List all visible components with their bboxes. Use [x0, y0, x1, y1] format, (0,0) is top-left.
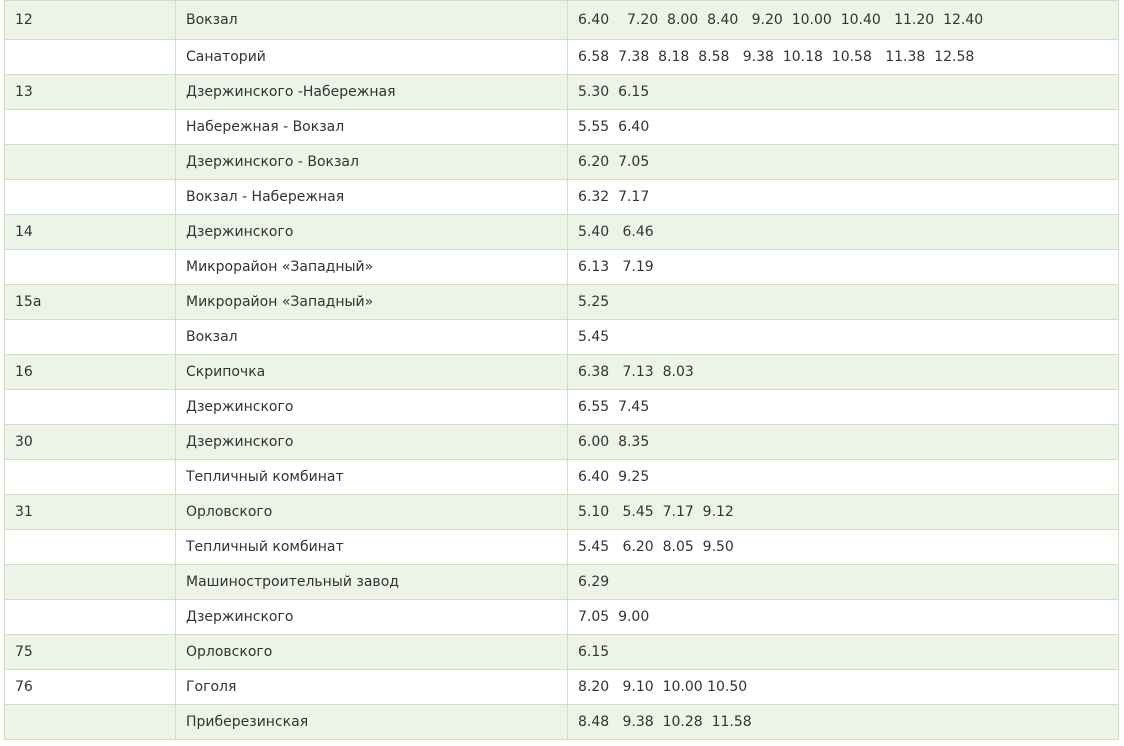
route-number-cell — [4, 179, 176, 215]
table-row: 15а Микрорайон «Западный» 5.25 — [4, 284, 1119, 320]
stop-name-cell: Микрорайон «Западный» — [175, 249, 568, 285]
route-number-cell — [4, 39, 176, 75]
stop-name-cell: Дзержинского -Набережная — [175, 74, 568, 110]
route-number-cell: 76 — [4, 669, 176, 705]
route-number-cell — [4, 529, 176, 565]
table-row: Дзержинского 7.05 9.00 — [4, 599, 1119, 635]
departure-times-cell: 5.45 — [567, 319, 1119, 355]
route-number-cell: 15а — [4, 284, 176, 320]
departure-times-cell: 6.58 7.38 8.18 8.58 9.38 10.18 10.58 11.… — [567, 39, 1119, 75]
route-number-cell — [4, 109, 176, 145]
schedule-table-wrapper: 12 Вокзал 6.40 7.20 8.00 8.40 9.20 10.00… — [4, 0, 1119, 740]
schedule-body: 12 Вокзал 6.40 7.20 8.00 8.40 9.20 10.00… — [4, 0, 1119, 740]
route-number-cell — [4, 704, 176, 740]
stop-name-cell: Дзержинского - Вокзал — [175, 144, 568, 180]
route-number-cell: 30 — [4, 424, 176, 460]
stop-name-cell: Вокзал - Набережная — [175, 179, 568, 215]
table-row: 30 Дзержинского 6.00 8.35 — [4, 424, 1119, 460]
departure-times-cell: 5.45 6.20 8.05 9.50 — [567, 529, 1119, 565]
route-number-cell: 13 — [4, 74, 176, 110]
stop-name-cell: Набережная - Вокзал — [175, 109, 568, 145]
route-number-cell: 14 — [4, 214, 176, 250]
departure-times-cell: 6.20 7.05 — [567, 144, 1119, 180]
table-row: 14 Дзержинского 5.40 6.46 — [4, 214, 1119, 250]
table-row: Тепличный комбинат 5.45 6.20 8.05 9.50 — [4, 529, 1119, 565]
table-row: 75 Орловского 6.15 — [4, 634, 1119, 670]
bus-schedule-table: 12 Вокзал 6.40 7.20 8.00 8.40 9.20 10.00… — [4, 0, 1119, 740]
departure-times-cell: 6.15 — [567, 634, 1119, 670]
table-row: 31 Орловского 5.10 5.45 7.17 9.12 — [4, 494, 1119, 530]
table-row: 12 Вокзал 6.40 7.20 8.00 8.40 9.20 10.00… — [4, 0, 1119, 40]
departure-times-cell: 5.40 6.46 — [567, 214, 1119, 250]
table-row: 16 Скрипочка 6.38 7.13 8.03 — [4, 354, 1119, 390]
stop-name-cell: Тепличный комбинат — [175, 459, 568, 495]
stop-name-cell: Дзержинского — [175, 424, 568, 460]
departure-times-cell: 6.40 9.25 — [567, 459, 1119, 495]
departure-times-cell: 6.29 — [567, 564, 1119, 600]
route-number-cell: 31 — [4, 494, 176, 530]
route-number-cell — [4, 319, 176, 355]
departure-times-cell: 5.25 — [567, 284, 1119, 320]
stop-name-cell: Дзержинского — [175, 599, 568, 635]
departure-times-cell: 5.55 6.40 — [567, 109, 1119, 145]
table-row: Дзержинского - Вокзал 6.20 7.05 — [4, 144, 1119, 180]
table-row: Машиностроительный завод 6.29 — [4, 564, 1119, 600]
route-number-cell — [4, 249, 176, 285]
table-row: Набережная - Вокзал 5.55 6.40 — [4, 109, 1119, 145]
stop-name-cell: Тепличный комбинат — [175, 529, 568, 565]
stop-name-cell: Орловского — [175, 634, 568, 670]
route-number-cell — [4, 459, 176, 495]
table-row: Вокзал 5.45 — [4, 319, 1119, 355]
stop-name-cell: Вокзал — [175, 0, 568, 40]
route-number-cell: 16 — [4, 354, 176, 390]
departure-times-cell: 5.10 5.45 7.17 9.12 — [567, 494, 1119, 530]
stop-name-cell: Вокзал — [175, 319, 568, 355]
departure-times-cell: 6.00 8.35 — [567, 424, 1119, 460]
table-row: 13 Дзержинского -Набережная 5.30 6.15 — [4, 74, 1119, 110]
departure-times-cell: 6.40 7.20 8.00 8.40 9.20 10.00 10.40 11.… — [567, 0, 1119, 40]
departure-times-cell: 6.55 7.45 — [567, 389, 1119, 425]
departure-times-cell: 5.30 6.15 — [567, 74, 1119, 110]
table-row: Дзержинского 6.55 7.45 — [4, 389, 1119, 425]
route-number-cell — [4, 599, 176, 635]
departure-times-cell: 8.48 9.38 10.28 11.58 — [567, 704, 1119, 740]
route-number-cell — [4, 144, 176, 180]
route-number-cell — [4, 564, 176, 600]
stop-name-cell: Санаторий — [175, 39, 568, 75]
table-row: Санаторий 6.58 7.38 8.18 8.58 9.38 10.18… — [4, 39, 1119, 75]
route-number-cell — [4, 389, 176, 425]
departure-times-cell: 6.38 7.13 8.03 — [567, 354, 1119, 390]
table-row: Вокзал - Набережная 6.32 7.17 — [4, 179, 1119, 215]
stop-name-cell: Дзержинского — [175, 214, 568, 250]
table-row: Тепличный комбинат 6.40 9.25 — [4, 459, 1119, 495]
table-row: 76 Гоголя 8.20 9.10 10.00 10.50 — [4, 669, 1119, 705]
stop-name-cell: Машиностроительный завод — [175, 564, 568, 600]
table-row: Микрорайон «Западный» 6.13 7.19 — [4, 249, 1119, 285]
departure-times-cell: 8.20 9.10 10.00 10.50 — [567, 669, 1119, 705]
stop-name-cell: Приберезинская — [175, 704, 568, 740]
departure-times-cell: 6.32 7.17 — [567, 179, 1119, 215]
table-row: Приберезинская 8.48 9.38 10.28 11.58 — [4, 704, 1119, 740]
route-number-cell: 75 — [4, 634, 176, 670]
departure-times-cell: 6.13 7.19 — [567, 249, 1119, 285]
stop-name-cell: Микрорайон «Западный» — [175, 284, 568, 320]
departure-times-cell: 7.05 9.00 — [567, 599, 1119, 635]
stop-name-cell: Гоголя — [175, 669, 568, 705]
stop-name-cell: Орловского — [175, 494, 568, 530]
stop-name-cell: Скрипочка — [175, 354, 568, 390]
stop-name-cell: Дзержинского — [175, 389, 568, 425]
route-number-cell: 12 — [4, 0, 176, 40]
